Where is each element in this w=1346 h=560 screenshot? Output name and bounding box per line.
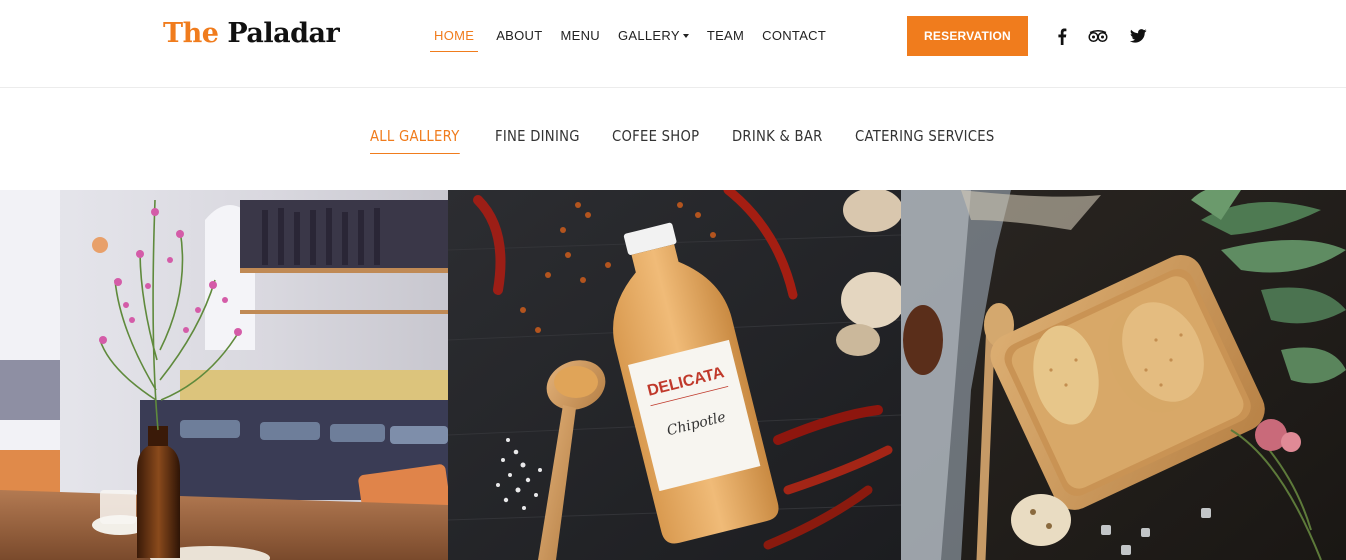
nav-item-label: CONTACT — [762, 28, 827, 43]
nav-item-label: TEAM — [706, 28, 745, 43]
twitter-icon[interactable] — [1127, 25, 1149, 47]
filter-catering-services[interactable]: CATERING SERVICES — [855, 127, 995, 153]
nav-item-label: MENU — [560, 28, 600, 43]
nav-item-label: GALLERY — [617, 28, 680, 43]
gallery-photo-delicata-chipotle[interactable]: DELICATA Chipotle — [448, 190, 901, 560]
nav-item-label: ABOUT — [496, 28, 543, 43]
nav-item-about[interactable]: ABOUT — [496, 22, 542, 52]
nav-item-gallery[interactable]: GALLERY — [618, 22, 689, 52]
reservation-button[interactable]: RESERVATION — [907, 16, 1028, 56]
filter-all-gallery[interactable]: ALL GALLERY — [370, 127, 460, 154]
site-logo[interactable]: The Paladar — [163, 17, 340, 51]
nav-item-label: HOME — [434, 28, 475, 43]
nav-item-team[interactable]: TEAM — [707, 22, 744, 52]
tripadvisor-icon[interactable] — [1087, 25, 1109, 47]
gallery-filter-bar: ALL GALLERY FINE DINING COFEE SHOP DRINK… — [0, 88, 1346, 190]
filter-drink-bar[interactable]: DRINK & BAR — [732, 127, 823, 153]
gallery-grid: DELICATA Chipotle — [0, 190, 1346, 560]
nav-item-contact[interactable]: CONTACT — [762, 22, 826, 52]
logo-name: Paladar — [227, 18, 340, 49]
nav-item-menu[interactable]: MENU — [561, 22, 600, 52]
logo-the: The — [163, 18, 219, 49]
nav-item-home[interactable]: HOME — [430, 22, 479, 52]
facebook-icon[interactable] — [1051, 25, 1073, 47]
gallery-photo-restaurant-interior[interactable] — [0, 190, 448, 560]
gallery-photo-cookies-tray[interactable] — [901, 190, 1346, 560]
caret-down-icon — [682, 33, 689, 38]
filter-fine-dining[interactable]: FINE DINING — [495, 127, 580, 153]
site-header: The Paladar HOME ABOUT MENU GALLERY TEAM… — [0, 0, 1346, 88]
main-nav: HOME ABOUT MENU GALLERY TEAM CONTACT — [430, 22, 844, 52]
filter-cofee-shop[interactable]: COFEE SHOP — [612, 127, 699, 153]
